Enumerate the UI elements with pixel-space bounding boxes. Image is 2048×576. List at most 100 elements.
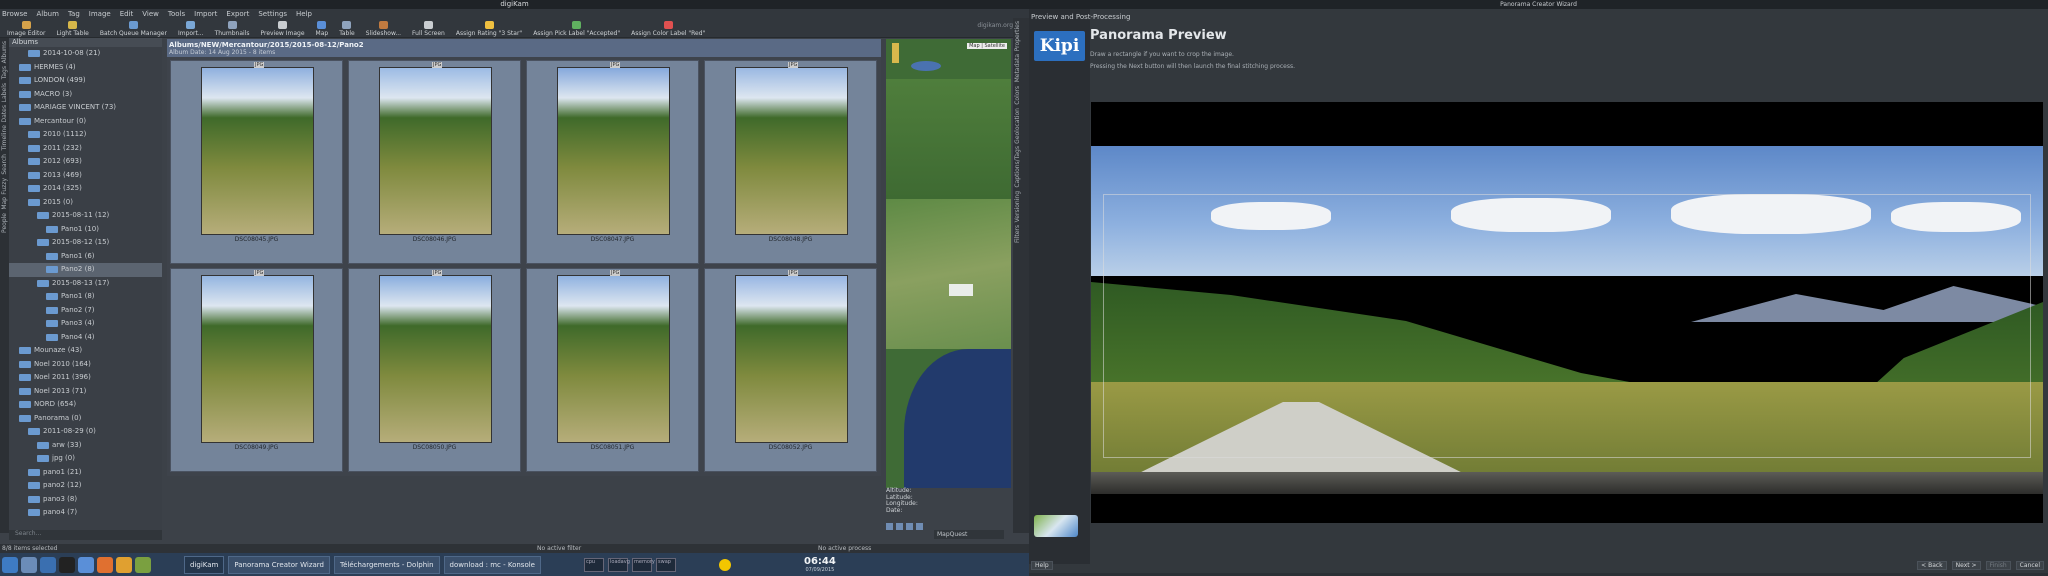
album-tree-item[interactable]: pano1 (21)	[9, 466, 162, 480]
left-tab-labels[interactable]: Labels	[1, 83, 8, 102]
toolbar-button[interactable]: Light Table	[53, 18, 91, 37]
album-tree-item[interactable]: Noel 2011 (396)	[9, 371, 162, 385]
wizard-button-cancel[interactable]: Cancel	[2015, 561, 2044, 570]
album-tree-item[interactable]: pano3 (8)	[9, 493, 162, 507]
toolbar-button[interactable]: Assign Pick Label "Accepted"	[530, 18, 623, 37]
right-tab[interactable]: Captions/Tags	[1014, 146, 1021, 188]
album-tree-item[interactable]: 2011 (232)	[9, 142, 162, 156]
menu-export[interactable]: Export	[226, 10, 249, 18]
album-tree-item[interactable]: Pano4 (4)	[9, 331, 162, 345]
left-tab-dates[interactable]: Dates	[1, 105, 8, 122]
left-tab-albums[interactable]: Albums	[1, 41, 8, 63]
thumbnail-item[interactable]: JPG DSC08048.JPG	[704, 60, 877, 264]
menu-edit[interactable]: Edit	[120, 10, 134, 18]
album-tree-item[interactable]: 2014-10-08 (21)	[9, 47, 162, 61]
desktop-icon[interactable]	[21, 556, 37, 573]
wizard-button-finish[interactable]: Finish	[1985, 561, 2011, 570]
map-tool-icon[interactable]	[896, 522, 903, 530]
panorama-preview[interactable]	[1091, 102, 2043, 523]
album-tree-item[interactable]: Mercantour (0)	[9, 115, 162, 129]
album-tree-item[interactable]: jpg (0)	[9, 452, 162, 466]
thumbnail-item[interactable]: JPG DSC08051.JPG	[526, 268, 699, 472]
toolbar-button[interactable]: Full Screen	[409, 18, 448, 37]
album-tree-item[interactable]: 2011-08-29 (0)	[9, 425, 162, 439]
menu-view[interactable]: View	[142, 10, 159, 18]
taskbar-task[interactable]: Panorama Creator Wizard	[228, 555, 330, 574]
album-tree-item[interactable]: 2014 (325)	[9, 182, 162, 196]
help-button[interactable]: Help	[1031, 561, 1053, 570]
album-tree-item[interactable]: pano4 (7)	[9, 506, 162, 520]
thumbnail-item[interactable]: JPG DSC08045.JPG	[170, 60, 343, 264]
map-tool-icon[interactable]	[906, 522, 913, 530]
system-monitor-graph[interactable]: swap	[656, 557, 676, 572]
album-tree-item[interactable]: 2010 (1112)	[9, 128, 162, 142]
album-tree-item[interactable]: LONDON (499)	[9, 74, 162, 88]
album-tree-item[interactable]: pano2 (12)	[9, 479, 162, 493]
thumbnail-item[interactable]: JPG DSC08046.JPG	[348, 60, 521, 264]
album-tree-item[interactable]: Pano3 (4)	[9, 317, 162, 331]
left-tab-people[interactable]: People	[1, 213, 8, 233]
clock-widget[interactable]: 06:44 07/09/2015	[804, 556, 836, 573]
right-tab[interactable]: Geolocation	[1014, 108, 1021, 144]
menu-import[interactable]: Import	[194, 10, 217, 18]
thumbnail-item[interactable]: JPG DSC08049.JPG	[170, 268, 343, 472]
menu-tools[interactable]: Tools	[168, 10, 185, 18]
album-tree-item[interactable]: Mounaze (43)	[9, 344, 162, 358]
right-tab[interactable]: Metadata	[1014, 54, 1021, 82]
menu-help[interactable]: Help	[296, 10, 312, 18]
album-tree-item[interactable]: 2015-08-12 (15)	[9, 236, 162, 250]
left-tab-search[interactable]: Search	[1, 154, 8, 175]
toolbar-button[interactable]: Thumbnails	[212, 18, 253, 37]
taskbar-task[interactable]: Téléchargements - Dolphin	[334, 555, 440, 574]
map-type-button[interactable]: Map | Satellite	[967, 43, 1007, 49]
toolbar-button[interactable]: Table	[336, 18, 358, 37]
album-tree-item[interactable]: 2012 (693)	[9, 155, 162, 169]
album-tree-item[interactable]: 2013 (469)	[9, 169, 162, 183]
left-tab-fuzzy[interactable]: Fuzzy	[1, 178, 8, 195]
map-provider-select[interactable]: MapQuest	[934, 530, 1004, 539]
album-tree-item[interactable]: 2015-08-13 (17)	[9, 277, 162, 291]
album-tree-item[interactable]: 2015-08-11 (12)	[9, 209, 162, 223]
album-tree-item[interactable]: Noel 2013 (71)	[9, 385, 162, 399]
taskbar-task[interactable]: download : mc - Konsole	[443, 555, 541, 574]
file-manager-icon[interactable]	[40, 556, 56, 573]
toolbar-button[interactable]: Import...	[175, 18, 207, 37]
terminal-icon[interactable]	[59, 556, 75, 573]
album-tree-item[interactable]: Pano2 (7)	[9, 304, 162, 318]
toolbar-button[interactable]: Preview Image	[257, 18, 307, 37]
album-tree-item[interactable]: 2015 (0)	[9, 196, 162, 210]
left-tab-tags[interactable]: Tags	[1, 66, 8, 79]
album-tree-item[interactable]: MACRO (3)	[9, 88, 162, 102]
toolbar-button[interactable]: Assign Color Label "Red"	[628, 18, 708, 37]
right-tab[interactable]: Versioning	[1014, 191, 1021, 222]
firefox-icon[interactable]	[97, 556, 113, 573]
album-tree-item[interactable]: Panorama (0)	[9, 412, 162, 426]
thumbnail-item[interactable]: JPG DSC08052.JPG	[704, 268, 877, 472]
toolbar-button[interactable]: Batch Queue Manager	[97, 18, 170, 37]
right-tab[interactable]: Filters	[1014, 225, 1021, 243]
map-tool-icon[interactable]	[916, 522, 923, 530]
thumbnail-item[interactable]: JPG DSC08050.JPG	[348, 268, 521, 472]
app-icon[interactable]	[135, 556, 151, 573]
right-tab[interactable]: Properties	[1014, 21, 1021, 51]
album-tree-item[interactable]: Pano1 (8)	[9, 290, 162, 304]
album-search-input[interactable]: Search...	[9, 530, 162, 540]
right-tab[interactable]: Colors	[1014, 86, 1021, 105]
album-tree-item[interactable]: Pano1 (6)	[9, 250, 162, 264]
weather-icon[interactable]	[719, 558, 731, 571]
system-monitor-graph[interactable]: loadavg	[608, 557, 630, 572]
menu-settings[interactable]: Settings	[258, 10, 287, 18]
menu-album[interactable]: Album	[37, 10, 59, 18]
wizard-button-next[interactable]: Next >	[1951, 561, 1981, 570]
toolbar-button[interactable]: Slideshow...	[363, 18, 404, 37]
chromium-icon[interactable]	[78, 556, 94, 573]
toolbar-button[interactable]: Image Editor	[4, 18, 48, 37]
map-view[interactable]: Map | Satellite	[886, 39, 1011, 488]
thumbnail-item[interactable]: JPG DSC08047.JPG	[526, 60, 699, 264]
taskbar-task[interactable]: digiKam	[184, 555, 225, 574]
kde-menu-icon[interactable]	[2, 556, 18, 573]
map-tool-icon[interactable]	[886, 522, 893, 530]
left-tab-timeline[interactable]: Timeline	[1, 125, 8, 151]
menu-browse[interactable]: Browse	[2, 10, 28, 18]
album-tree-item[interactable]: HERMES (4)	[9, 61, 162, 75]
